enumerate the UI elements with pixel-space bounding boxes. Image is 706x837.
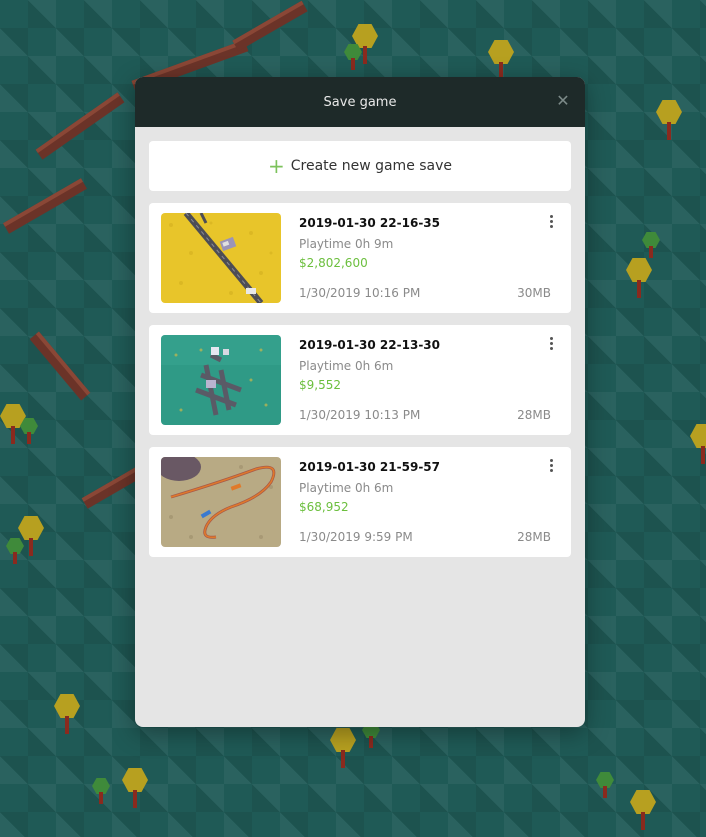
save-money: $68,952 bbox=[299, 500, 349, 514]
dialog-title: Save game bbox=[323, 94, 397, 110]
save-money: $9,552 bbox=[299, 378, 341, 392]
save-name: 2019-01-30 22-13-30 bbox=[299, 338, 440, 352]
save-playtime: Playtime 0h 6m bbox=[299, 481, 394, 495]
more-options-icon[interactable] bbox=[545, 459, 557, 477]
close-icon[interactable]: ✕ bbox=[553, 91, 573, 111]
save-size: 28MB bbox=[517, 408, 551, 422]
save-thumbnail bbox=[161, 213, 281, 303]
terrain-wall bbox=[3, 178, 87, 234]
save-game-dialog: Save game ✕ + Create new game save 2019-… bbox=[135, 77, 585, 727]
terrain-wall bbox=[29, 331, 91, 401]
save-slot[interactable]: 2019-01-30 22-13-30 Playtime 0h 6m $9,55… bbox=[149, 325, 571, 435]
save-thumbnail bbox=[161, 457, 281, 547]
create-new-save-button[interactable]: + Create new game save bbox=[149, 141, 571, 191]
save-playtime: Playtime 0h 6m bbox=[299, 359, 394, 373]
terrain-wall bbox=[232, 0, 308, 52]
save-size: 30MB bbox=[517, 286, 551, 300]
save-slot[interactable]: 2019-01-30 22-16-35 Playtime 0h 9m $2,80… bbox=[149, 203, 571, 313]
save-date: 1/30/2019 10:16 PM bbox=[299, 286, 421, 300]
save-playtime: Playtime 0h 9m bbox=[299, 237, 394, 251]
create-new-save-label: Create new game save bbox=[290, 158, 453, 174]
more-options-icon[interactable] bbox=[545, 215, 557, 233]
save-money: $2,802,600 bbox=[299, 256, 368, 270]
plus-icon: + bbox=[267, 154, 285, 178]
terrain-wall bbox=[35, 92, 125, 160]
save-slot[interactable]: 2019-01-30 21-59-57 Playtime 0h 6m $68,9… bbox=[149, 447, 571, 557]
dialog-header: Save game ✕ bbox=[135, 77, 585, 127]
save-size: 28MB bbox=[517, 530, 551, 544]
save-date: 1/30/2019 9:59 PM bbox=[299, 530, 413, 544]
save-thumbnail bbox=[161, 335, 281, 425]
more-options-icon[interactable] bbox=[545, 337, 557, 355]
save-name: 2019-01-30 22-16-35 bbox=[299, 216, 440, 230]
save-name: 2019-01-30 21-59-57 bbox=[299, 460, 440, 474]
save-date: 1/30/2019 10:13 PM bbox=[299, 408, 421, 422]
